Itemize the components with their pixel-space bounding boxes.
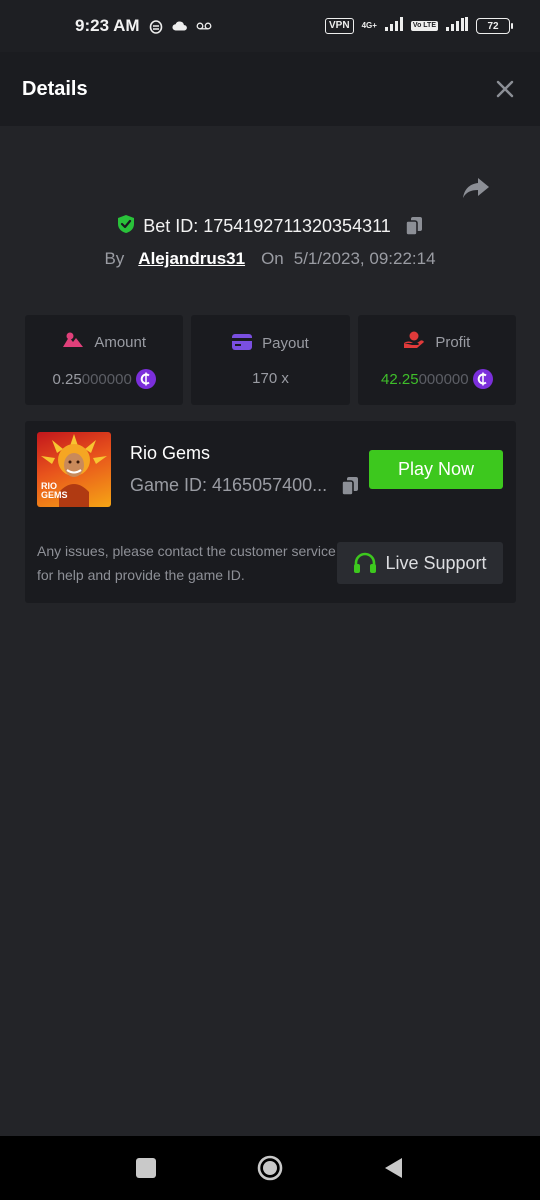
share-arrow-icon <box>463 178 489 198</box>
amount-icon <box>62 331 84 353</box>
profit-value: 42.25 000000 <box>381 369 493 389</box>
game-id-row: Game ID: 4165057400... <box>130 475 359 496</box>
game-thumbnail[interactable]: RIO GEMS <box>37 432 111 507</box>
payout-header: Payout <box>232 333 309 354</box>
amount-value-decimals: 000000 <box>81 370 132 388</box>
share-button[interactable] <box>462 176 492 204</box>
back-button[interactable] <box>381 1155 407 1181</box>
coin-icon <box>472 369 493 389</box>
bet-id: Bet ID: 1754192711320354311 <box>143 215 391 236</box>
square-icon <box>136 1158 156 1178</box>
status-left: 9:23 AM <box>75 16 212 36</box>
card-icon <box>232 333 253 354</box>
cloud-icon <box>172 18 188 34</box>
stat-amount: Amount 0.25 000000 <box>25 315 184 405</box>
thumb-title-2: GEMS <box>41 490 68 500</box>
network-type: 4G+ <box>361 21 377 30</box>
stat-payout: Payout 170 x <box>191 315 350 405</box>
coin-icon <box>135 369 156 389</box>
amount-label: Amount <box>94 333 147 351</box>
vpn-badge: VPN <box>325 18 354 34</box>
bet-id-row: Bet ID: 1754192711320354311 <box>0 212 540 240</box>
signal-icon <box>384 16 403 36</box>
voicemail-icon <box>196 18 212 34</box>
copy-bet-id-button[interactable] <box>404 216 423 236</box>
amount-value: 0.25 000000 <box>53 369 156 389</box>
notification-icon <box>148 18 164 34</box>
headset-icon <box>353 552 377 574</box>
volte-badge: Vo LTE <box>410 21 438 31</box>
username-link[interactable]: Alejandrus31 <box>138 249 245 269</box>
live-support-label: Live Support <box>385 552 487 573</box>
close-icon <box>496 80 514 98</box>
status-right: VPN 4G+ Vo LTE 72 <box>325 16 513 36</box>
copy-icon <box>341 476 359 496</box>
by-label: By <box>104 249 125 268</box>
home-button[interactable] <box>257 1155 283 1181</box>
amount-value-main: 0.25 <box>52 370 82 388</box>
bet-stats: Amount 0.25 000000 Payout 170 x Profit 42… <box>25 315 516 405</box>
payout-label: Payout <box>262 335 309 352</box>
back-triangle-icon <box>385 1158 402 1178</box>
battery-icon: 72 <box>476 18 513 34</box>
amount-header: Amount <box>62 331 146 353</box>
signal-icon-2 <box>446 16 468 36</box>
live-support-button[interactable]: Live Support <box>337 542 503 584</box>
help-text: Any issues, please contact the customer … <box>37 543 336 583</box>
status-time: 9:23 AM <box>75 16 140 35</box>
profit-label: Profit <box>435 333 471 351</box>
copy-game-id-button[interactable] <box>341 476 359 496</box>
circle-icon <box>257 1155 283 1181</box>
bet-owner-row: By Alejandrus31 On 5/1/2023, 09:22:14 <box>0 246 540 272</box>
page-title: Details <box>22 77 88 100</box>
status-bar: 9:23 AM VPN 4G+ Vo LTE 72 <box>0 0 540 52</box>
play-now-button[interactable]: Play Now <box>369 450 503 489</box>
profit-header: Profit <box>403 331 470 353</box>
recents-button[interactable] <box>133 1155 159 1181</box>
payout-value: 170 x <box>252 369 289 387</box>
game-card: RIO GEMS Rio Gems Game ID: 4165057400...… <box>25 421 516 603</box>
bet-datetime: 5/1/2023, 09:22:14 <box>293 249 436 268</box>
stat-profit: Profit 42.25 000000 <box>357 315 516 405</box>
copy-icon <box>404 217 422 236</box>
shield-check-icon <box>117 214 135 239</box>
close-button[interactable] <box>494 78 516 100</box>
profit-value-decimals: 000000 <box>418 370 469 388</box>
details-header: Details <box>0 52 540 126</box>
profit-hand-icon <box>403 331 425 353</box>
game-id: Game ID: 4165057400... <box>130 475 328 495</box>
game-name: Rio Gems <box>130 443 211 463</box>
on-label: On <box>261 249 284 268</box>
system-nav-bar <box>0 1136 540 1200</box>
profit-value-main: 42.25 <box>381 370 419 388</box>
battery-level: 72 <box>487 20 499 32</box>
